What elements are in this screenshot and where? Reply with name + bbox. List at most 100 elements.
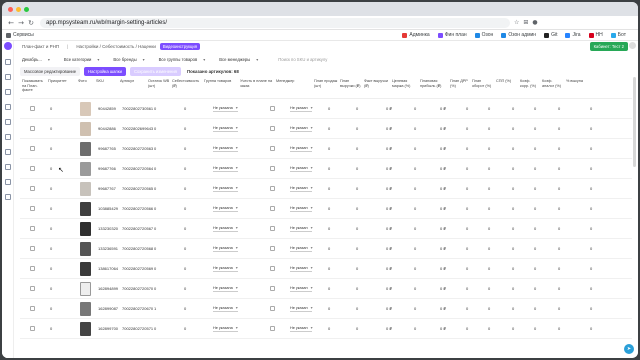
buyout-field[interactable]: 0 [590, 326, 592, 331]
drr-plan-field[interactable]: 0 [466, 226, 468, 231]
telegram-support-button[interactable]: ➤ [624, 344, 634, 354]
cabinet-button[interactable]: Кабинет: Тест 2 [589, 42, 628, 51]
include-in-plan-checkbox[interactable] [270, 226, 275, 231]
coef-analog-field[interactable]: 0 [558, 186, 560, 191]
coef-corr-field[interactable]: 0 [534, 326, 536, 331]
breadcrumb-item[interactable]: План-факт и РНП [22, 44, 59, 49]
revenue-plan-field[interactable]: 0 [356, 106, 358, 111]
coef-analog-field[interactable]: 0 [558, 246, 560, 251]
drr-plan-field[interactable]: 0 [466, 266, 468, 271]
coef-corr-field[interactable]: 0 [534, 146, 536, 151]
buyout-field[interactable]: 0 [590, 246, 592, 251]
column-header[interactable]: План выручки (₽) [340, 79, 362, 88]
minimize-window-button[interactable] [16, 6, 21, 12]
coef-corr-field[interactable]: 0 [534, 246, 536, 251]
revenue-plan-field[interactable]: 0 [356, 206, 358, 211]
drr-plan-field[interactable]: 0 [466, 326, 468, 331]
spp-field[interactable]: 0 [512, 106, 514, 111]
spp-field[interactable]: 0 [512, 306, 514, 311]
buyout-field[interactable]: 0 [590, 126, 592, 131]
cost-field[interactable]: 0 [184, 326, 186, 331]
manager-select[interactable]: Все менеджеры ▾ [219, 57, 258, 62]
cost-field[interactable]: 0 [184, 126, 186, 131]
category-select[interactable]: Все категории ▾ [64, 57, 100, 62]
turnover-plan-field[interactable]: 0 [488, 146, 490, 151]
include-in-plan-checkbox[interactable] [270, 266, 275, 271]
drr-plan-field[interactable]: 0 [466, 146, 468, 151]
group-select[interactable]: Не указана ▾ [213, 245, 238, 252]
priority-field[interactable]: 0 [50, 166, 52, 171]
brand-select[interactable]: Все бренды ▾ [113, 57, 144, 62]
coef-analog-field[interactable]: 0 [558, 206, 560, 211]
column-header[interactable]: Остаток WB (шт) [148, 79, 170, 88]
turnover-plan-field[interactable]: 0 [488, 326, 490, 331]
show-on-plan-checkbox[interactable] [30, 106, 35, 111]
show-on-plan-checkbox[interactable] [30, 306, 35, 311]
revenue-plan-field[interactable]: 0 [356, 166, 358, 171]
include-in-plan-checkbox[interactable] [270, 306, 275, 311]
show-on-plan-checkbox[interactable] [30, 146, 35, 151]
column-header[interactable]: Факт выручки (₽) [364, 79, 390, 88]
priority-field[interactable]: 0 [50, 246, 52, 251]
coef-corr-field[interactable]: 0 [534, 126, 536, 131]
column-header[interactable]: Фото [78, 79, 94, 84]
bookmark-item[interactable]: Git [544, 32, 557, 38]
target-margin-field[interactable]: 0 [414, 326, 416, 331]
column-header[interactable]: SKU [96, 79, 118, 84]
coef-corr-field[interactable]: 0 [534, 286, 536, 291]
priority-field[interactable]: 0 [50, 186, 52, 191]
priority-field[interactable]: 0 [50, 206, 52, 211]
target-margin-field[interactable]: 0 [414, 126, 416, 131]
group-select[interactable]: Не указана ▾ [213, 285, 238, 292]
sales-plan-field[interactable]: 0 [328, 326, 330, 331]
coef-analog-field[interactable]: 0 [558, 286, 560, 291]
manager-select[interactable]: Не указан ▾ [290, 305, 313, 312]
buyout-field[interactable]: 0 [590, 226, 592, 231]
scrollbar[interactable] [633, 77, 636, 167]
table-row[interactable]: 0 162894899 70022802720570 0 0 Не указана ▾ Не … [20, 279, 632, 299]
turnover-plan-field[interactable]: 0 [488, 186, 490, 191]
manager-select[interactable]: Не указан ▾ [290, 185, 313, 192]
revenue-plan-field[interactable]: 0 [356, 326, 358, 331]
app-logo-icon[interactable] [4, 42, 12, 50]
group-select[interactable]: Не указана ▾ [213, 305, 238, 312]
sales-plan-field[interactable]: 0 [328, 246, 330, 251]
turnover-plan-field[interactable]: 0 [488, 306, 490, 311]
sales-plan-field[interactable]: 0 [328, 186, 330, 191]
drr-plan-field[interactable]: 0 [466, 286, 468, 291]
sales-plan-field[interactable]: 0 [328, 126, 330, 131]
spp-field[interactable]: 0 [512, 326, 514, 331]
coef-corr-field[interactable]: 0 [534, 186, 536, 191]
target-margin-field[interactable]: 0 [414, 106, 416, 111]
target-margin-field[interactable]: 0 [414, 306, 416, 311]
column-header[interactable]: % выкупа [566, 79, 606, 84]
table-row[interactable]: 0 162899700 70022802720571 0 0 Не указана ▾ Не … [20, 319, 632, 339]
target-margin-field[interactable]: 0 [414, 286, 416, 291]
sales-plan-field[interactable]: 0 [328, 146, 330, 151]
revenue-plan-field[interactable]: 0 [356, 226, 358, 231]
mass-edit-button[interactable]: Массовое редактирование [20, 67, 81, 76]
spp-field[interactable]: 0 [512, 146, 514, 151]
cost-field[interactable]: 0 [184, 226, 186, 231]
revenue-plan-field[interactable]: 0 [356, 246, 358, 251]
cost-field[interactable]: 0 [184, 206, 186, 211]
column-header[interactable]: Плановая прибыль (₽) [420, 79, 448, 88]
turnover-plan-field[interactable]: 0 [488, 106, 490, 111]
column-header[interactable]: Коэф. корр. (%) [520, 79, 540, 88]
cost-field[interactable]: 0 [184, 166, 186, 171]
drr-plan-field[interactable]: 0 [466, 166, 468, 171]
sidebar-list-icon[interactable] [5, 89, 11, 95]
sales-plan-field[interactable]: 0 [328, 206, 330, 211]
group-select[interactable]: Не указана ▾ [213, 265, 238, 272]
spp-field[interactable]: 0 [512, 186, 514, 191]
priority-field[interactable]: 0 [50, 326, 52, 331]
manager-select[interactable]: Не указан ▾ [290, 145, 313, 152]
buyout-field[interactable]: 0 [590, 166, 592, 171]
sales-plan-field[interactable]: 0 [328, 166, 330, 171]
include-in-plan-checkbox[interactable] [270, 126, 275, 131]
table-row[interactable]: 0 99687765 70022802720563 0 0 Не указана ▾ Не у… [20, 139, 632, 159]
table-row[interactable]: 0 103885429 70022802720566 0 0 Не указана ▾ Не … [20, 199, 632, 219]
column-header[interactable]: План оборот (%) [472, 79, 494, 88]
spp-field[interactable]: 0 [512, 206, 514, 211]
buyout-field[interactable]: 0 [590, 306, 592, 311]
